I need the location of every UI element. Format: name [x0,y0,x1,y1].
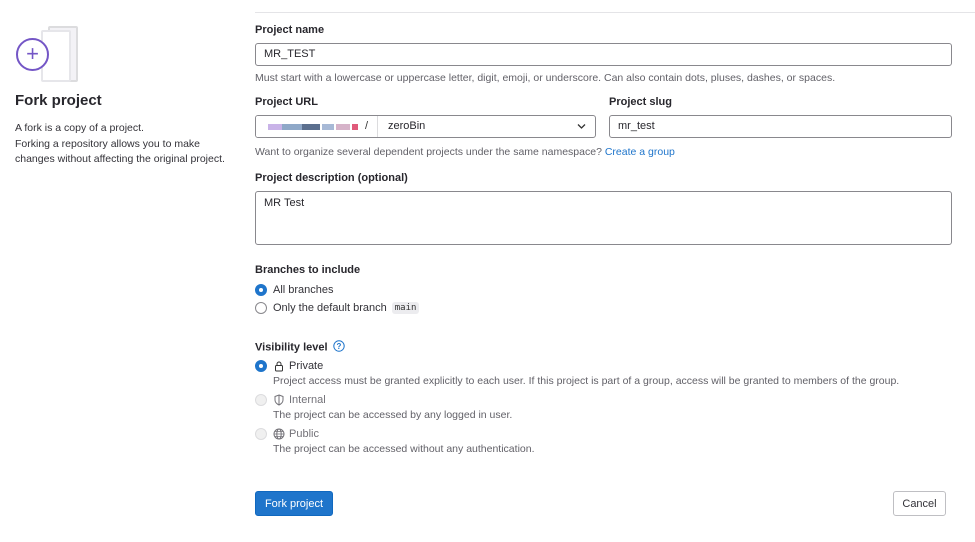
visibility-option-label: Internal [289,394,326,406]
visibility-label-text: Visibility level [255,341,328,354]
fork-illustration: + [15,24,79,86]
project-slug-label: Project slug [609,96,672,108]
project-slug-input[interactable]: mr_test [609,115,952,138]
globe-icon [273,428,285,440]
radio-disabled[interactable] [255,428,267,440]
url-separator: / [364,120,368,132]
create-group-link[interactable]: Create a group [605,146,675,158]
chevron-down-icon [577,116,586,137]
visibility-option-description: The project can be accessed without any … [273,443,535,455]
radio-disabled[interactable] [255,394,267,406]
visibility-option-private[interactable]: Private [255,360,323,372]
top-divider [255,12,975,13]
namespace-select[interactable]: zeroBin [378,116,595,137]
sidebar: + Fork project A fork is a copy of a pro… [15,24,225,168]
fork-description-line-1: A fork is a copy of a project. [15,122,144,134]
project-name-help: Must start with a lowercase or uppercase… [255,72,836,84]
namespace-help: Want to organize several dependent proje… [255,146,675,158]
redacted-block [352,124,358,130]
default-branch-badge: main [391,302,420,314]
page-title: Fork project [15,92,102,109]
cancel-button[interactable]: Cancel [893,491,946,516]
redacted-block [282,124,302,130]
fork-description: A fork is a copy of a project. Forking a… [15,121,225,168]
redacted-block [322,124,334,130]
visibility-option-internal[interactable]: Internal [255,394,326,406]
project-name-label: Project name [255,24,325,36]
visibility-option-label: Private [289,360,324,372]
visibility-option-description: The project can be accessed by any logge… [273,409,513,421]
branches-label: Branches to include [255,264,361,276]
project-url-label: Project URL [255,96,318,108]
fork-description-line-2: Forking a repository allows you to make … [15,137,225,166]
visibility-option-description: Project access must be granted explicitl… [273,375,900,387]
branch-option-label: Only the default branch [273,302,387,314]
svg-text:?: ? [336,342,341,351]
namespace-value: zeroBin [388,120,426,132]
redacted-block [336,124,350,130]
url-prefix-redacted: / [256,116,378,137]
description-textarea[interactable]: MR Test [255,191,952,245]
branch-option-all[interactable]: All branches [255,284,334,296]
visibility-option-label: Public [289,428,319,440]
branch-option-label: All branches [273,284,334,296]
lock-icon [273,360,285,372]
shield-icon [273,394,285,406]
fork-project-button[interactable]: Fork project [255,491,333,516]
redacted-block [302,124,320,130]
redacted-block [268,124,282,130]
radio-checked[interactable] [255,360,267,372]
project-name-input[interactable]: MR_TEST [255,43,952,66]
visibility-label: Visibility level ? [255,340,345,355]
question-icon[interactable]: ? [332,340,345,355]
radio-checked[interactable] [255,284,267,296]
plus-icon: + [16,38,49,71]
branch-option-default[interactable]: Only the default branch main [255,302,420,314]
namespace-help-text: Want to organize several dependent proje… [255,146,602,158]
visibility-option-public[interactable]: Public [255,428,319,440]
description-label: Project description (optional) [255,172,408,184]
project-url-group: / zeroBin [255,115,596,138]
radio-unchecked[interactable] [255,302,267,314]
